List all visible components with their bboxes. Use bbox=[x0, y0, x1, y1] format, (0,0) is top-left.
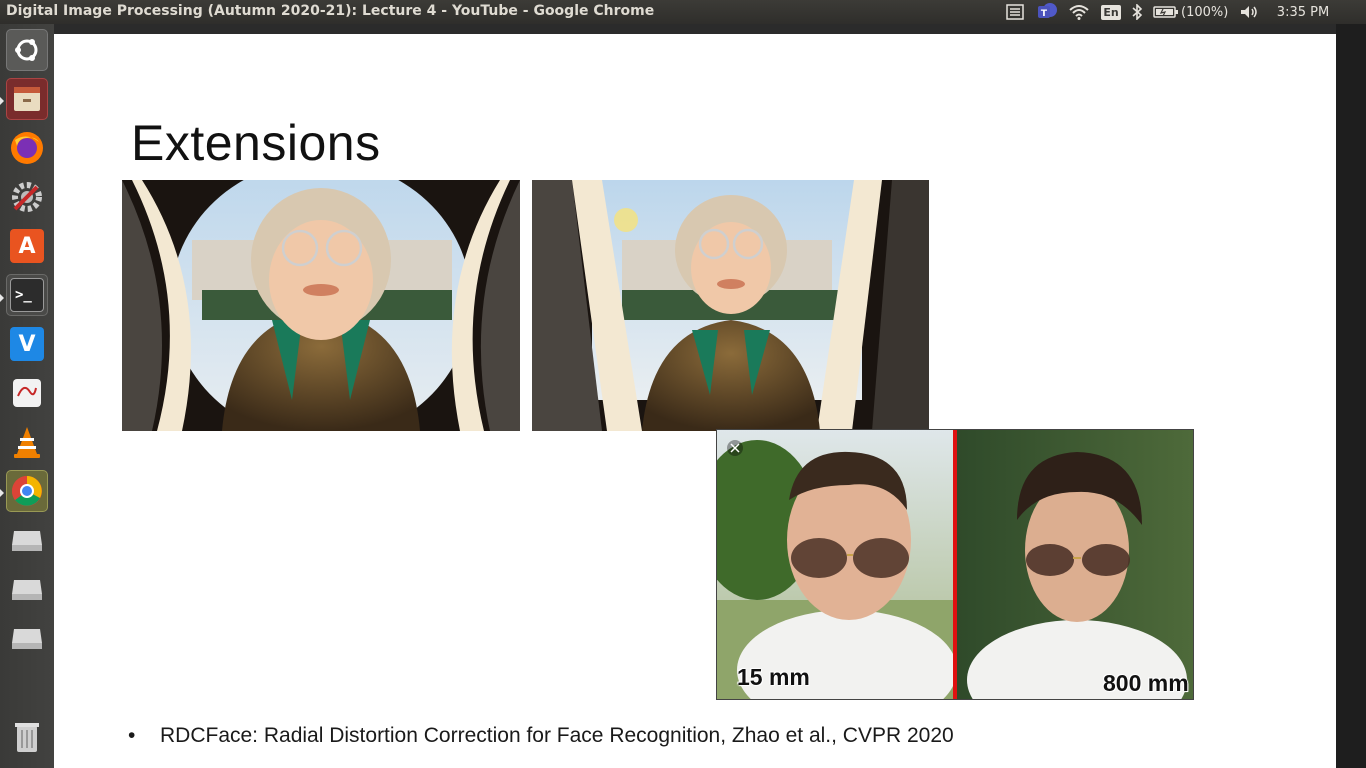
focal-label-15mm: 15 mm bbox=[737, 664, 810, 690]
terminal-icon: >_ bbox=[10, 278, 44, 312]
vlc-cone-icon bbox=[14, 427, 40, 458]
lecture-slide[interactable]: Extensions 15 mm 800 mm • RDCFace: Radia… bbox=[54, 34, 1336, 768]
document-viewer-icon bbox=[13, 379, 41, 407]
bluetooth-icon[interactable] bbox=[1128, 0, 1146, 24]
running-indicator bbox=[0, 97, 4, 105]
launcher-item-drive-2[interactable] bbox=[6, 568, 48, 610]
firefox-icon bbox=[11, 132, 43, 164]
fisheye-distorted-photo bbox=[122, 180, 520, 431]
disk-drive-icon bbox=[12, 531, 42, 551]
reference-bullet: • RDCFace: Radial Distortion Correction f… bbox=[128, 724, 954, 748]
top-panel: Digital Image Processing (Autumn 2020-21… bbox=[0, 0, 1366, 24]
launcher-item-drive-3[interactable] bbox=[6, 617, 48, 659]
video-letterbox-right bbox=[1336, 24, 1366, 768]
launcher-item-document-viewer[interactable] bbox=[6, 372, 48, 414]
disk-drive-icon bbox=[12, 629, 42, 649]
clock[interactable]: 3:35 PM bbox=[1270, 0, 1336, 24]
launcher-item-system-settings[interactable] bbox=[6, 176, 48, 218]
focal-length-comparison-image: 15 mm 800 mm bbox=[716, 429, 1194, 700]
teams-icon[interactable]: T bbox=[1034, 0, 1060, 24]
running-indicator bbox=[0, 294, 4, 302]
launcher-item-dash[interactable] bbox=[6, 29, 48, 71]
distortion-corrected-photo bbox=[532, 180, 929, 431]
wifi-icon[interactable] bbox=[1066, 0, 1092, 24]
menu-icon[interactable] bbox=[1003, 0, 1027, 24]
software-center-icon: A bbox=[10, 229, 44, 263]
svg-text:T: T bbox=[1041, 9, 1048, 19]
launcher-item-firefox[interactable] bbox=[6, 127, 48, 169]
file-cabinet-icon bbox=[14, 87, 40, 111]
keyboard-layout-indicator[interactable]: En bbox=[1100, 0, 1122, 24]
launcher-item-drive-1[interactable] bbox=[6, 519, 48, 561]
launcher-item-software-center[interactable]: A bbox=[6, 225, 48, 267]
reference-text: RDCFace: Radial Distortion Correction fo… bbox=[160, 724, 954, 747]
running-indicator bbox=[0, 489, 4, 497]
launcher-item-vscode[interactable]: V bbox=[6, 323, 48, 365]
trash-icon bbox=[15, 723, 39, 752]
video-letterbox bbox=[54, 24, 1336, 34]
unity-launcher: A >_ V bbox=[0, 24, 54, 768]
launcher-item-terminal[interactable]: >_ bbox=[6, 274, 48, 316]
focal-label-800mm: 800 mm bbox=[1103, 670, 1189, 696]
volume-icon[interactable] bbox=[1238, 0, 1260, 24]
window-title: Digital Image Processing (Autumn 2020-21… bbox=[6, 3, 655, 19]
battery-icon bbox=[1153, 6, 1178, 18]
settings-tools-icon bbox=[12, 182, 42, 212]
bullet-marker: • bbox=[128, 724, 136, 747]
launcher-item-trash[interactable] bbox=[6, 716, 48, 758]
slide-title: Extensions bbox=[131, 115, 381, 171]
disk-drive-icon bbox=[12, 580, 42, 600]
ubuntu-logo-icon bbox=[15, 39, 38, 61]
launcher-item-vlc[interactable] bbox=[6, 421, 48, 463]
battery-indicator[interactable]: (100%) bbox=[1153, 0, 1233, 24]
chrome-icon bbox=[11, 476, 42, 506]
vscode-icon: V bbox=[10, 327, 44, 361]
battery-percentage: (100%) bbox=[1181, 4, 1229, 20]
launcher-item-chrome[interactable] bbox=[6, 470, 48, 512]
launcher-item-files[interactable] bbox=[6, 78, 48, 120]
